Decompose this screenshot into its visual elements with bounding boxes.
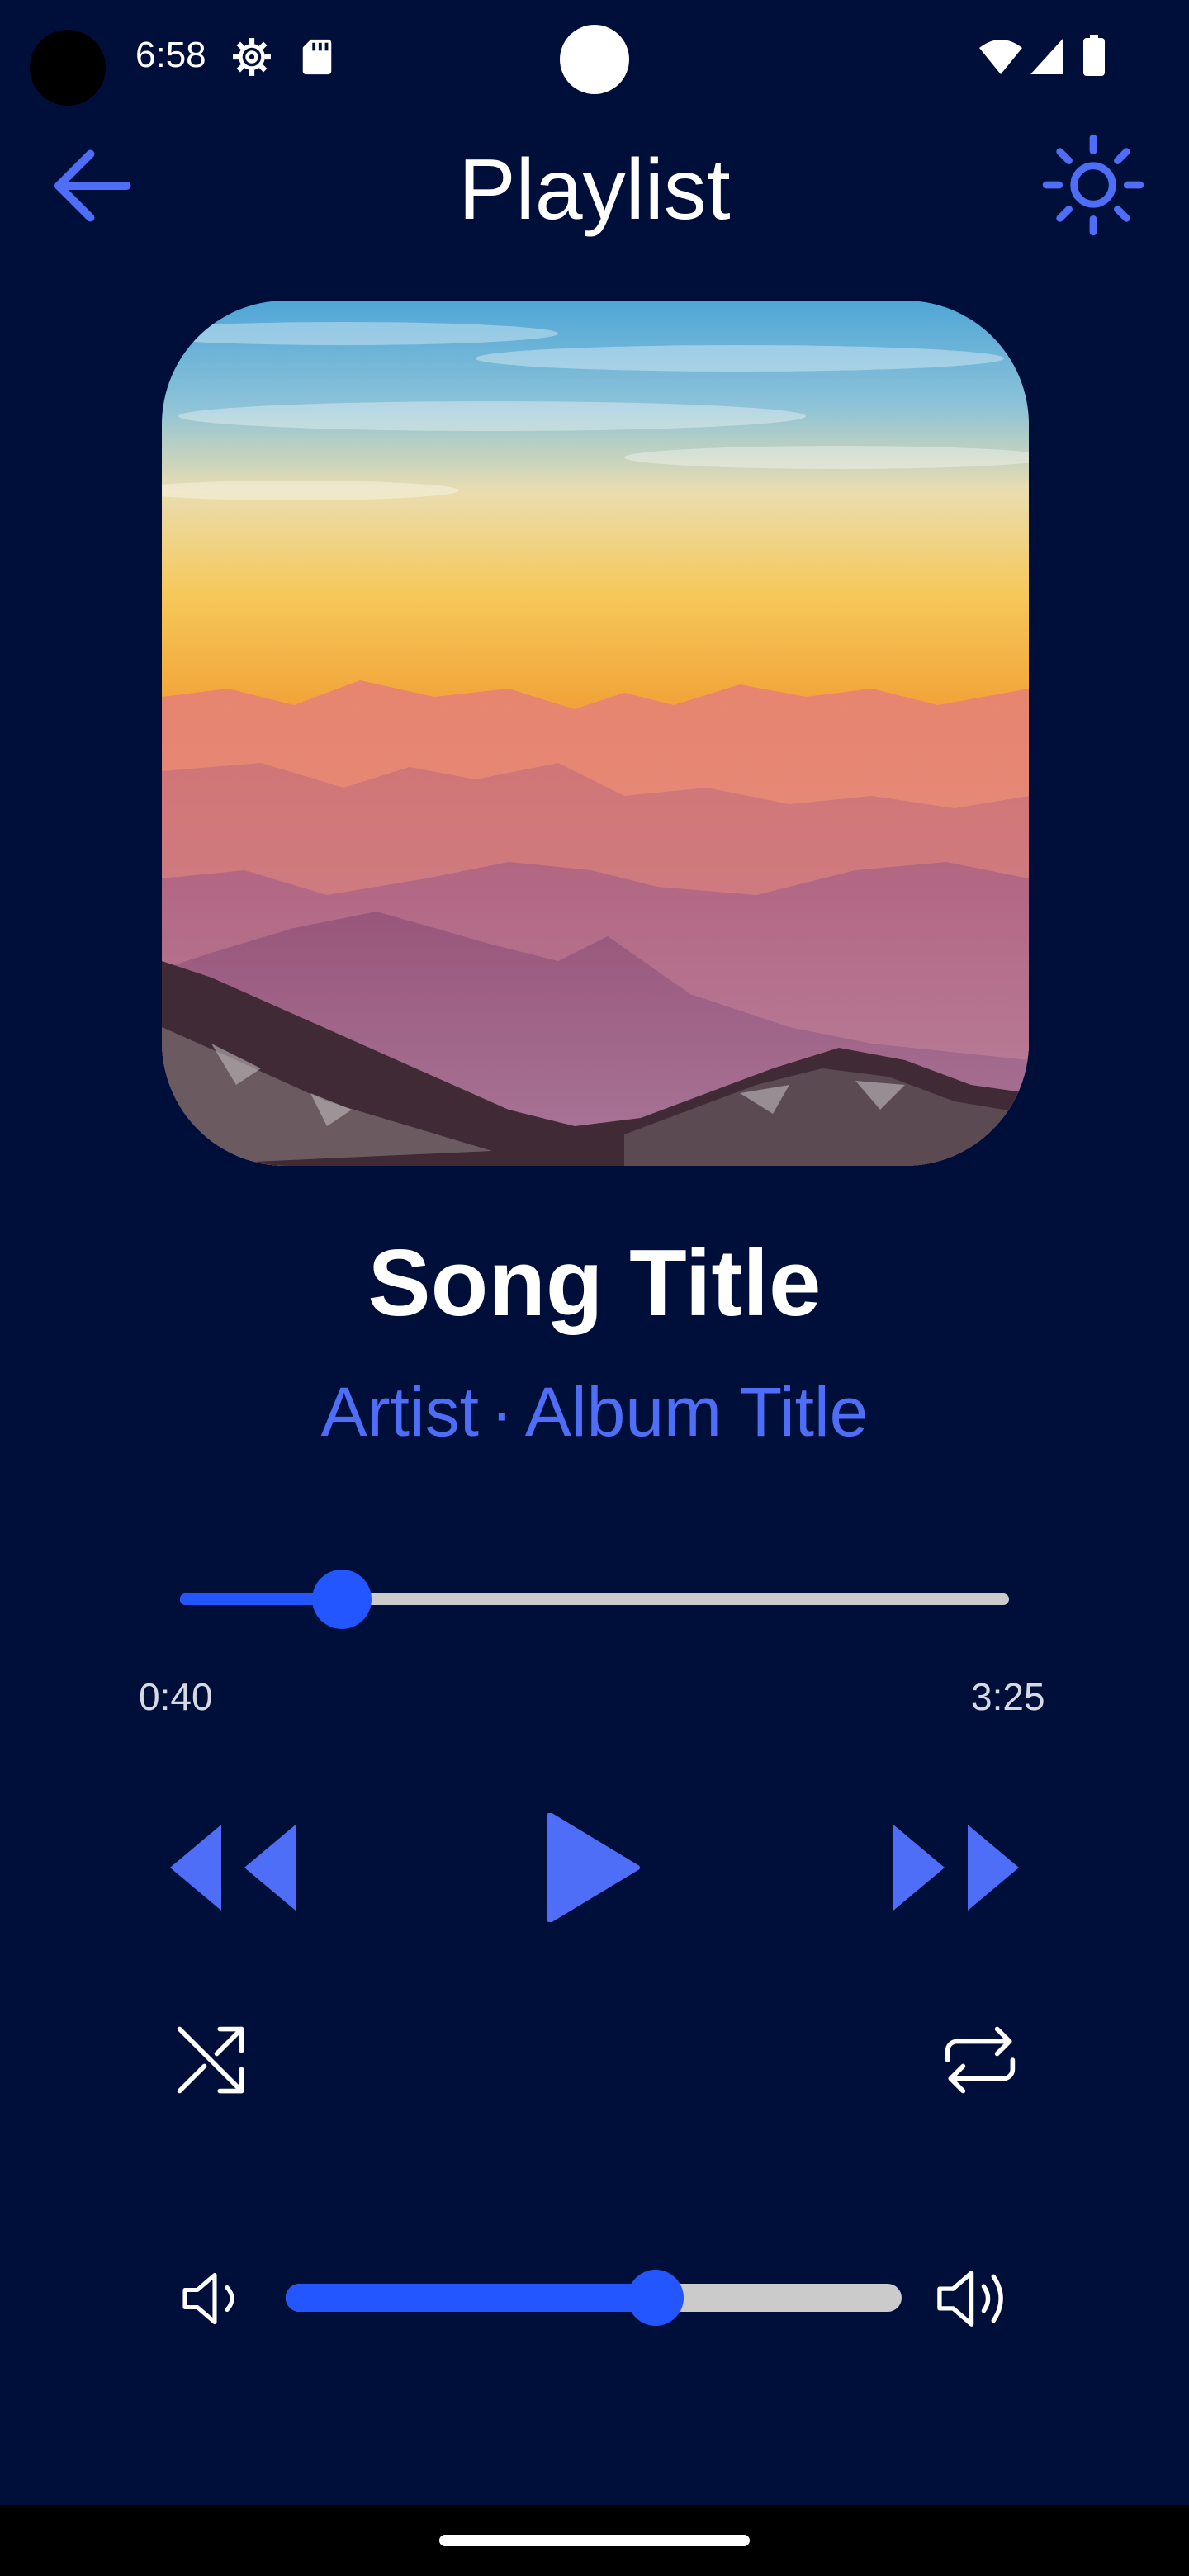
artist-name[interactable]: Artist [321,1373,479,1451]
theme-toggle-sun-icon[interactable] [1042,134,1144,236]
wifi-icon [979,40,1022,74]
status-time: 6:58 [135,35,206,75]
rewind-icon[interactable] [170,1825,296,1911]
repeat-icon[interactable] [941,2023,1019,2097]
time-total: 3:25 [971,1675,1045,1718]
gear-icon [233,38,271,76]
time-elapsed: 0:40 [139,1675,213,1718]
front-camera-dot [560,25,629,94]
album-artwork [162,301,1029,1166]
back-button[interactable] [50,140,140,231]
volume-slider[interactable] [286,2270,902,2326]
fast-forward-icon[interactable] [893,1825,1019,1911]
progress-thumb[interactable] [311,1570,372,1629]
signal-icon [1030,38,1063,74]
shuffle-icon[interactable] [173,2023,248,2097]
artist-album-line[interactable]: Artist · Album Title [0,1371,1189,1453]
song-title: Song Title [367,1231,822,1336]
sd-card-icon [302,39,332,75]
progress-slider[interactable] [180,1570,1009,1629]
volume-fill [286,2284,656,2312]
volume-low-icon[interactable] [180,2269,244,2328]
camera-cutout [30,30,106,106]
battery-icon [1083,35,1105,76]
play-icon[interactable] [545,1813,641,1922]
volume-high-icon[interactable] [935,2264,1011,2333]
album-title[interactable]: Album Title [525,1373,869,1451]
home-indicator[interactable] [439,2535,750,2546]
status-bar: 6:58 [0,0,1189,116]
volume-thumb[interactable] [627,2270,684,2326]
separator: · [490,1373,514,1451]
page-title: Playlist [458,142,731,238]
